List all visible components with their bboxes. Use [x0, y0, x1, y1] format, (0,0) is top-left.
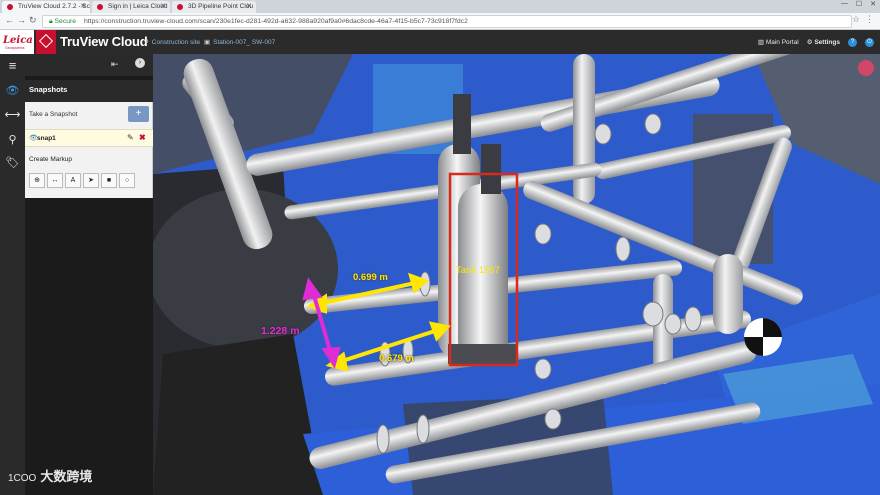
close-tab-icon[interactable]: ✕ — [80, 1, 86, 13]
edit-icon[interactable]: ✎ — [127, 133, 134, 142]
help-icon[interactable]: ? — [848, 38, 857, 47]
lock-icon: 🔒︎ — [49, 18, 53, 25]
breadcrumb-site[interactable]: ⚲ Construction site — [144, 38, 200, 46]
station-label: Station-007_ SW-007 — [213, 39, 276, 46]
main-portal-label: Main Portal — [765, 39, 799, 46]
favicon-icon — [177, 4, 183, 10]
circle-tool-icon[interactable]: ○ — [119, 173, 135, 188]
measurement-label-top: 0.699 m — [353, 272, 388, 283]
collapse-panel-icon[interactable]: › — [135, 58, 145, 68]
tags-icon[interactable]: 🏷︎ — [0, 156, 25, 169]
measurement-label-vertical: 1.228 m — [261, 325, 300, 337]
truview-logo-icon — [36, 30, 56, 54]
create-markup-label: Create Markup — [29, 156, 72, 163]
settings-label: Settings — [814, 39, 840, 46]
browser-menu-icon[interactable]: ⋮ — [865, 14, 874, 25]
close-window-icon[interactable]: ✕ — [870, 0, 876, 12]
leica-logo: Leica Geosystems — [0, 30, 34, 54]
snapshot-name: snap1 — [37, 135, 56, 142]
take-snapshot-label: Take a Snapshot — [29, 111, 78, 118]
watermark: 1COO 大数跨境 — [8, 466, 92, 485]
browser-tab-signin[interactable]: Sign in | Leica Cloud ✕ — [92, 1, 170, 13]
eye-icon[interactable]: 👁︎ — [0, 84, 25, 97]
favicon-icon — [97, 4, 103, 10]
scan-target — [744, 318, 782, 356]
app-header: Leica Geosystems TruView Cloud ⚲ Construc… — [0, 30, 880, 54]
url-input[interactable]: 🔒︎ Secure https://construction.truview-c… — [42, 15, 852, 28]
valve-stack — [453, 94, 471, 154]
pipe — [713, 254, 743, 334]
valve-stack — [481, 144, 501, 194]
hamburger-menu-icon[interactable]: ≡ — [0, 58, 25, 73]
camera-icon: ▣ — [204, 39, 211, 46]
location-pin-icon[interactable]: ⚲ — [0, 133, 25, 146]
tab-label: TruView Cloud 2.7.2 - Sc — [18, 3, 90, 10]
browser-chrome: TruView Cloud 2.7.2 - Sc ✕ Sign in | Lei… — [0, 0, 880, 30]
pin-panel-icon[interactable]: ⇤ — [111, 59, 119, 70]
favicon-icon — [7, 4, 13, 10]
left-toolbar: ≡ 👁︎ ⟷ ⚲ 🏷︎ — [0, 54, 25, 495]
header-actions: ▥ Main Portal ⚙ Settings ? ⏻ — [758, 38, 874, 47]
tab-strip: TruView Cloud 2.7.2 - Sc ✕ Sign in | Lei… — [0, 0, 880, 13]
measure-tool-icon[interactable]: ↔ — [47, 173, 63, 188]
text-tool-icon[interactable]: A — [65, 173, 81, 188]
maximize-icon[interactable]: ☐ — [856, 0, 862, 12]
panel-toolbar: ⇤ › — [25, 54, 153, 76]
measurement-label-bottom: 0.679 m — [379, 353, 414, 364]
add-snapshot-button[interactable]: + — [128, 106, 149, 122]
minimize-icon[interactable]: — — [841, 0, 848, 12]
leica-wordmark: Leica — [3, 35, 33, 46]
markup-tools: ⊕ ↔ A ➤ ■ ○ — [29, 173, 135, 188]
watermark-text: 大数跨境 — [40, 469, 93, 484]
url-text: https://construction.truview-cloud.com/s… — [83, 18, 468, 25]
app-title: TruView Cloud — [60, 34, 148, 49]
target-tool-icon[interactable]: ⊕ — [29, 173, 45, 188]
browser-tab-pipeline[interactable]: 3D Pipeline Point Clou ✕ — [172, 1, 256, 13]
bookmark-star-icon[interactable]: ☆ — [852, 14, 860, 25]
breadcrumb-station[interactable]: ▣ Station-007_ SW-007 — [204, 38, 275, 46]
tab-label: 3D Pipeline Point Clou — [188, 3, 254, 10]
snapshot-row[interactable]: 👁︎ snap1 ✎ ✖ — [25, 129, 153, 147]
reload-icon[interactable]: ↻ — [29, 15, 37, 26]
close-tab-icon[interactable]: ✕ — [160, 1, 166, 13]
browser-tab-truview[interactable]: TruView Cloud 2.7.2 - Sc ✕ — [2, 1, 90, 13]
back-icon[interactable]: ← — [5, 15, 14, 25]
forward-icon[interactable]: → — [17, 15, 26, 25]
tank-base — [448, 344, 518, 364]
arrow-tool-icon[interactable]: ➤ — [83, 173, 99, 188]
tab-label: Sign in | Leica Cloud — [108, 3, 168, 10]
delete-icon[interactable]: ✖ — [139, 133, 146, 142]
window-controls: — ☐ ✕ — [841, 0, 876, 12]
site-label: Construction site — [151, 39, 201, 46]
measure-icon[interactable]: ⟷ — [0, 108, 25, 121]
watermark-logo: 1COO — [8, 473, 37, 484]
rectangle-tool-icon[interactable]: ■ — [101, 173, 117, 188]
pipe — [573, 54, 595, 204]
secure-label: Secure — [54, 18, 77, 25]
crosshair-icon[interactable] — [858, 60, 874, 76]
leica-subtitle: Geosystems — [5, 46, 25, 50]
settings-link[interactable]: ⚙ Settings — [807, 38, 840, 47]
location-pin-icon: ⚲ — [144, 39, 149, 46]
address-bar-row: ← → ↻ 🔒︎ Secure https://construction.tru… — [0, 13, 880, 30]
close-tab-icon[interactable]: ✕ — [246, 1, 252, 13]
snapshots-panel: Take a Snapshot + 👁︎ snap1 ✎ ✖ Create Ma… — [25, 102, 153, 198]
panel-title: Snapshots — [25, 80, 153, 102]
point-cloud-scene — [153, 54, 880, 495]
point-cloud-viewport[interactable]: 0.699 m 0.679 m 1.228 m Tank 1567 — [153, 54, 880, 495]
main-portal-link[interactable]: ▥ Main Portal — [758, 38, 799, 47]
tank-label: Tank 1567 — [456, 265, 500, 276]
portal-icon: ▥ — [757, 39, 766, 46]
power-icon[interactable]: ⏻ — [865, 38, 874, 47]
